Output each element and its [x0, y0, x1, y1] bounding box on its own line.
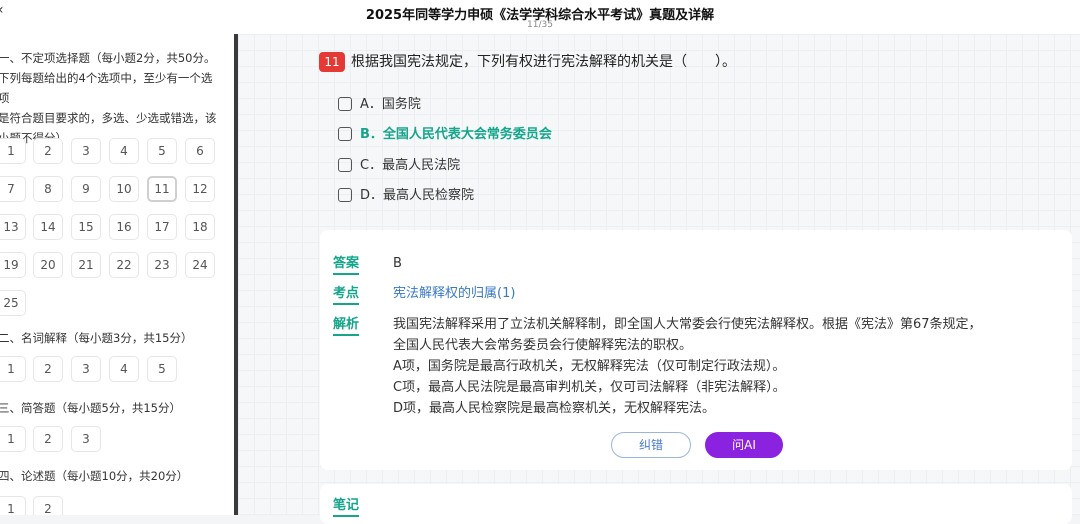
question-nav-button[interactable]: 2 — [33, 356, 63, 382]
question-nav-button[interactable]: 3 — [71, 426, 101, 452]
question-nav-button[interactable]: 13 — [0, 214, 26, 240]
point-label: 考点 — [333, 285, 360, 305]
question-nav-button[interactable]: 23 — [147, 252, 177, 278]
question-nav-button[interactable]: 1 — [0, 496, 26, 515]
section-heading-short: 三、简答题（每小题5分，共15分） — [0, 401, 181, 415]
analysis-line: A项，国务院是最高行政机关，无权解释宪法（仅可制定行政法规）。 — [393, 359, 786, 374]
option-c[interactable]: C．最高人民法院 — [338, 156, 460, 176]
question-nav-button[interactable]: 1 — [0, 138, 26, 164]
question-nav-button[interactable]: 17 — [147, 214, 177, 240]
question-text: 根据我国宪法规定，下列有权进行宪法解释的机关是（ ）。 — [351, 54, 736, 70]
question-nav-button[interactable]: 6 — [185, 138, 215, 164]
question-nav-button[interactable]: 5 — [147, 138, 177, 164]
question-nav-sidebar: 一、不定项选择题（每小题2分，共50分。 下列每题给出的4个选项中，至少有一个选… — [0, 34, 234, 515]
question-nav-button[interactable]: 18 — [185, 214, 215, 240]
question-nav-button[interactable]: 19 — [0, 252, 26, 278]
question-nav-button[interactable]: 16 — [109, 214, 139, 240]
section-heading-choice: 一、不定项选择题（每小题2分，共50分。 下列每题给出的4个选项中，至少有一个选… — [0, 48, 222, 148]
answer-value: B — [393, 256, 402, 271]
checkbox-icon[interactable] — [338, 96, 352, 111]
question-nav-button[interactable]: 11 — [147, 176, 177, 202]
question-nav-button[interactable]: 1 — [0, 426, 26, 452]
question-nav-button[interactable]: 5 — [147, 356, 177, 382]
ask-ai-button[interactable]: 问AI — [705, 432, 783, 458]
question-nav-button[interactable]: 1 — [0, 356, 26, 382]
question-nav-button[interactable]: 2 — [33, 138, 63, 164]
question-nav-button[interactable]: 14 — [33, 214, 63, 240]
section-title: 一、不定项选择题（每小题2分，共50分。 — [0, 51, 216, 65]
section-desc: 是符合题目要求的，多选、少选或错选，该 — [0, 111, 217, 125]
section-heading-terms: 二、名词解释（每小题3分，共15分） — [0, 331, 193, 345]
question-nav-button[interactable]: 4 — [109, 138, 139, 164]
analysis-label: 解析 — [333, 316, 360, 336]
question-nav-button[interactable]: 20 — [33, 252, 63, 278]
question-nav-button[interactable]: 12 — [185, 176, 215, 202]
question-nav-button[interactable]: 3 — [71, 356, 101, 382]
question-nav-button[interactable]: 24 — [185, 252, 215, 278]
header: ‹ 2025年同等学力申硕《法学学科综合水平考试》真题及详解 11/35 — [0, 0, 1080, 34]
option-label: A．国务院 — [360, 97, 421, 112]
question-nav-button[interactable]: 10 — [109, 176, 139, 202]
page-counter: 11/35 — [527, 20, 553, 30]
option-label: B．全国人民代表大会常务委员会 — [360, 127, 552, 142]
question-nav-button[interactable]: 15 — [71, 214, 101, 240]
analysis-line: D项，最高人民检察院是最高检察机关，无权解释宪法。 — [393, 401, 716, 416]
analysis-line: C项，最高人民法院是最高审判机关，仅可司法解释（非宪法解释）。 — [393, 380, 786, 395]
notes-card — [320, 484, 1072, 524]
section-desc: 下列每题给出的4个选项中，至少有一个选项 — [0, 71, 213, 105]
question-nav-button[interactable]: 2 — [33, 496, 63, 515]
question-nav-button[interactable]: 22 — [109, 252, 139, 278]
point-link[interactable]: 宪法解释权的归属(1) — [393, 284, 515, 304]
report-error-button[interactable]: 纠错 — [611, 432, 691, 458]
checkbox-icon[interactable] — [338, 126, 352, 141]
option-d[interactable]: D．最高人民检察院 — [338, 186, 474, 206]
analysis-line: 我国宪法解释采用了立法机关解释制，即全国人大常委会行使宪法解释权。根据《宪法》第… — [393, 317, 982, 332]
question-nav-button[interactable]: 8 — [33, 176, 63, 202]
question-number-badge: 11 — [319, 52, 345, 72]
analysis-line: 全国人民代表大会常务委员会行使解释宪法的职权。 — [393, 338, 693, 353]
checkbox-icon[interactable] — [338, 157, 352, 172]
option-b[interactable]: B．全国人民代表大会常务委员会 — [338, 125, 552, 145]
option-label: C．最高人民法院 — [360, 158, 461, 173]
option-a[interactable]: A．国务院 — [338, 95, 421, 115]
question-nav-button[interactable]: 4 — [109, 356, 139, 382]
answer-label: 答案 — [333, 255, 360, 275]
checkbox-icon[interactable] — [338, 187, 352, 202]
question-nav-button[interactable]: 2 — [33, 426, 63, 452]
question-nav-button[interactable]: 9 — [71, 176, 101, 202]
option-label: D．最高人民检察院 — [360, 188, 475, 203]
question-nav-button[interactable]: 3 — [71, 138, 101, 164]
notes-label: 笔记 — [333, 497, 360, 517]
section-heading-essay: 四、论述题（每小题10分，共20分） — [0, 469, 189, 483]
question-nav-button[interactable]: 25 — [0, 290, 26, 316]
analysis-text: 我国宪法解释采用了立法机关解释制，即全国人大常委会行使宪法解释权。根据《宪法》第… — [393, 314, 1058, 419]
question-nav-button[interactable]: 7 — [0, 176, 26, 202]
question-nav-button[interactable]: 21 — [71, 252, 101, 278]
